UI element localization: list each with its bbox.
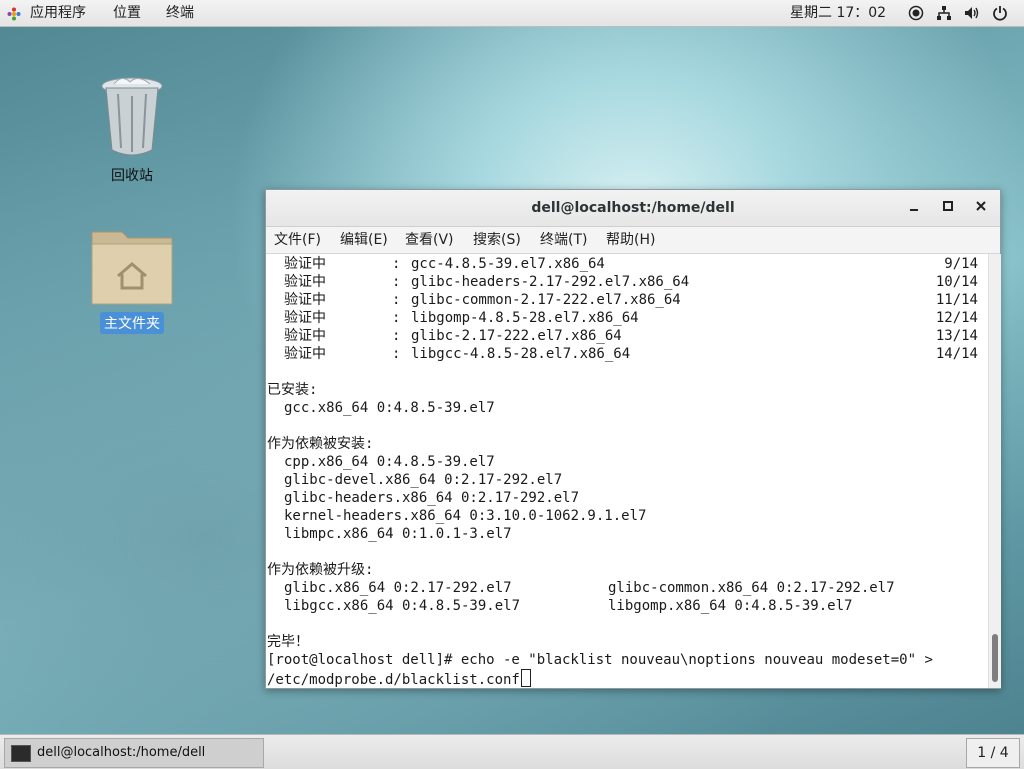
dep-package: glibc-devel.x86_64 0:2.17-292.el7: [284, 472, 563, 488]
close-button[interactable]: [972, 199, 990, 217]
upgraded-package: libgomp.x86_64 0:4.8.5-39.el7: [608, 598, 853, 614]
desktop-trash[interactable]: 回收站: [96, 74, 168, 186]
terminal-output[interactable]: 验证中 : gcc-4.8.5-39.el7.x86_64 9/14 验证中 :…: [266, 254, 988, 688]
text-cursor: [520, 669, 531, 687]
verify-count: 10/14: [935, 274, 978, 290]
verify-colon: :: [392, 292, 401, 308]
window-titlebar[interactable]: dell@localhost:/home/dell: [266, 190, 1000, 227]
installed-header: 已安装:: [267, 382, 318, 398]
verify-label: 验证中: [284, 292, 326, 308]
upgraded-package: libgcc.x86_64 0:4.8.5-39.el7: [284, 598, 521, 614]
desktop-home-folder[interactable]: 主文件夹: [86, 224, 178, 334]
verify-count: 11/14: [935, 292, 978, 308]
maximize-icon: [943, 201, 953, 211]
verify-colon: :: [392, 310, 401, 326]
home-folder-icon: [91, 231, 173, 305]
window-menubar: 文件(F) 编辑(E) 查看(V) 搜索(S) 终端(T) 帮助(H): [266, 227, 1000, 254]
window-title: dell@localhost:/home/dell: [531, 200, 735, 216]
verify-package: glibc-common-2.17-222.el7.x86_64: [411, 292, 681, 308]
trash-icon: [101, 77, 163, 156]
menu-file[interactable]: 文件(F): [274, 227, 321, 253]
home-folder-label: 主文件夹: [100, 312, 164, 334]
close-icon: [976, 201, 986, 211]
upgraded-package: glibc-common.x86_64 0:2.17-292.el7: [608, 580, 895, 596]
record-icon[interactable]: [908, 5, 924, 21]
command-line-2: /etc/modprobe.d/blacklist.conf: [267, 669, 531, 688]
minimize-button[interactable]: [905, 199, 923, 217]
taskbar-terminal-item[interactable]: dell@localhost:/home/dell: [4, 738, 264, 768]
installed-package: gcc.x86_64 0:4.8.5-39.el7: [284, 400, 495, 416]
minimize-icon: [910, 209, 918, 211]
verify-colon: :: [392, 346, 401, 362]
verify-package: libgcc-4.8.5-28.el7.x86_64: [411, 346, 631, 362]
terminal-menu[interactable]: 终端: [166, 0, 194, 26]
dep-package: kernel-headers.x86_64 0:3.10.0-1062.9.1.…: [284, 508, 647, 524]
verify-count: 13/14: [935, 328, 978, 344]
verify-package: libgomp-4.8.5-28.el7.x86_64: [411, 310, 639, 326]
verify-count: 12/14: [935, 310, 978, 326]
deps-header: 作为依赖被安装:: [267, 436, 374, 452]
scrollbar[interactable]: [988, 254, 1001, 688]
verify-package: gcc-4.8.5-39.el7.x86_64: [411, 256, 605, 272]
menu-view[interactable]: 查看(V): [405, 227, 454, 253]
menu-help[interactable]: 帮助(H): [606, 227, 655, 253]
verify-colon: :: [392, 256, 401, 272]
verify-label: 验证中: [284, 274, 326, 290]
dep-package: libmpc.x86_64 0:1.0.1-3.el7: [284, 526, 512, 542]
volume-icon[interactable]: [964, 5, 980, 21]
verify-label: 验证中: [284, 310, 326, 326]
power-icon[interactable]: [992, 5, 1008, 21]
menu-terminal[interactable]: 终端(T): [540, 227, 587, 253]
command-text: /etc/modprobe.d/blacklist.conf: [267, 672, 520, 688]
scrollbar-thumb[interactable]: [992, 634, 998, 682]
trash-label: 回收站: [111, 168, 153, 184]
verify-label: 验证中: [284, 256, 326, 272]
upgraded-header: 作为依赖被升级:: [267, 562, 374, 578]
verify-label: 验证中: [284, 328, 326, 344]
verify-package: glibc-headers-2.17-292.el7.x86_64: [411, 274, 690, 290]
dep-package: glibc-headers.x86_64 0:2.17-292.el7: [284, 490, 580, 506]
menu-edit[interactable]: 编辑(E): [340, 227, 388, 253]
taskbar-item-label: dell@localhost:/home/dell: [37, 745, 206, 760]
top-panel: 应用程序 位置 终端 星期二 17：02: [0, 0, 1024, 27]
dep-package: cpp.x86_64 0:4.8.5-39.el7: [284, 454, 495, 470]
terminal-icon: [11, 745, 31, 762]
maximize-button[interactable]: [939, 199, 957, 217]
workspace-switcher[interactable]: 1 / 4: [966, 738, 1020, 768]
menu-search[interactable]: 搜索(S): [473, 227, 521, 253]
verify-colon: :: [392, 328, 401, 344]
command-line-1: [root@localhost dell]# echo -e "blacklis…: [267, 652, 933, 668]
bottom-panel: dell@localhost:/home/dell 1 / 4: [0, 734, 1024, 769]
applications-menu[interactable]: 应用程序: [30, 0, 86, 26]
verify-label: 验证中: [284, 346, 326, 362]
verify-colon: :: [392, 274, 401, 290]
verify-count: 9/14: [944, 256, 978, 272]
places-menu[interactable]: 位置: [113, 0, 141, 26]
terminal-window: dell@localhost:/home/dell 文件(F) 编辑(E) 查看…: [265, 189, 1001, 689]
verify-package: glibc-2.17-222.el7.x86_64: [411, 328, 622, 344]
upgraded-package: glibc.x86_64 0:2.17-292.el7: [284, 580, 512, 596]
done-message: 完毕！: [267, 634, 309, 650]
clock[interactable]: 星期二 17：02: [790, 0, 886, 26]
applications-icon: [7, 7, 21, 21]
verify-count: 14/14: [935, 346, 978, 362]
network-icon[interactable]: [936, 5, 952, 21]
